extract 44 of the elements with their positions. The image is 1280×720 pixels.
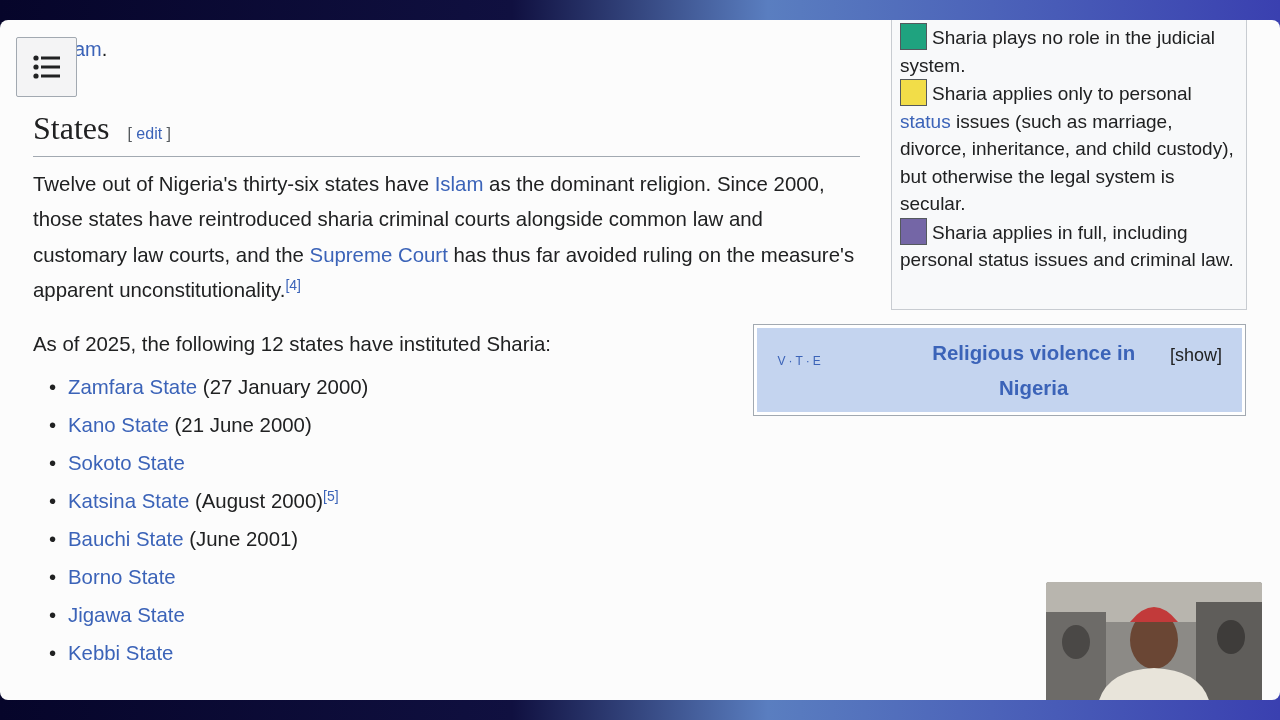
- state-link[interactable]: Katsina State: [68, 490, 190, 512]
- state-link[interactable]: Kano State: [68, 414, 169, 436]
- separator-dot: ·: [788, 352, 793, 370]
- legend-text: Sharia plays no role in the judicial system.: [900, 23, 1238, 79]
- date-note: (27 January 2000): [201, 376, 369, 398]
- state-link[interactable]: Zamfara State: [68, 376, 198, 398]
- bullet: •: [49, 603, 58, 628]
- state-link[interactable]: Sokoto State: [68, 452, 185, 474]
- reference-link[interactable]: [5]: [323, 488, 339, 504]
- bullet: •: [49, 489, 58, 514]
- legend-text: Sharia applies in full, including personal status issues and criminal law.: [900, 217, 1238, 274]
- navbox-link[interactable]: V: [777, 343, 786, 379]
- legend-text: Sharia applies only to personal status issues (such as marriage, divorce, inheritance, and child custody), but otherwise the legal system is secular.: [900, 79, 1238, 218]
- bullet: •: [49, 641, 58, 666]
- state-link[interactable]: Borno State: [68, 566, 176, 588]
- navbox-title: Religious violence in Nigeria: [931, 340, 1137, 401]
- link[interactable]: Islam: [434, 172, 484, 195]
- show-toggle[interactable]: [show]: [1169, 335, 1222, 373]
- bullet: •: [49, 375, 58, 400]
- date-note: (June 2001): [188, 528, 299, 550]
- bracket: [: [127, 125, 132, 142]
- paragraph: Twelve out of Nigeria's thirty-six states have Islam as the dominant religion. Since 2000, those states have reintroduced sharia criminal courts alongside common law and customary law courts, and the Supreme Court has thus far avoided ruling on the measure's apparent unconstitutionality.$^{[4]}$: [33, 171, 856, 303]
- link[interactable]: Supreme Court: [309, 243, 448, 266]
- bullet: •: [49, 413, 58, 438]
- state-link[interactable]: Bauchi State: [68, 528, 184, 550]
- state-link[interactable]: Kebbi State: [68, 642, 174, 664]
- bullet: •: [49, 565, 58, 590]
- reference-link[interactable]: [4]: [285, 277, 301, 293]
- navbox-link[interactable]: E: [812, 343, 821, 379]
- state-link[interactable]: Jigawa State: [68, 604, 185, 626]
- bracket: ]: [166, 125, 172, 142]
- navbox-link[interactable]: T: [795, 343, 803, 379]
- list-intro: As of 2025, the following 12 states have instituted Sharia:: [33, 331, 553, 357]
- text: .: [101, 38, 108, 60]
- separator-dot: ·: [805, 352, 810, 370]
- section-heading: States: [33, 109, 110, 148]
- date-note: (August 2000): [193, 490, 324, 512]
- bullet: •: [49, 527, 58, 552]
- date-note: (21 June 2000): [173, 414, 312, 436]
- link[interactable]: status: [900, 110, 951, 132]
- bullet: •: [49, 451, 58, 476]
- edit-link[interactable]: edit: [136, 125, 163, 142]
- contents-button[interactable]: [16, 37, 77, 97]
- list-icon: [32, 55, 61, 79]
